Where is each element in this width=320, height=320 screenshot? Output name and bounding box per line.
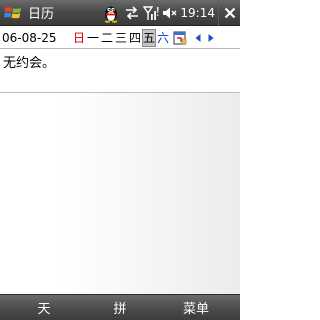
softkey-bar: 天 拼 菜单 bbox=[0, 294, 240, 320]
weekday-thursday[interactable]: 四 bbox=[128, 29, 142, 47]
date-bar: 06-08-25 日 一 二 三 四 五 六 bbox=[0, 27, 240, 49]
weekday-sunday[interactable]: 日 bbox=[72, 29, 86, 47]
weekday-friday-selected[interactable]: 五 bbox=[142, 28, 156, 47]
agenda-view[interactable]: 无约会。 bbox=[0, 50, 240, 294]
system-tray: 19:14 bbox=[100, 0, 240, 26]
right-arrow-icon bbox=[208, 33, 213, 42]
no-appointments-row[interactable]: 无约会。 bbox=[0, 50, 240, 93]
qq-penguin-icon[interactable] bbox=[100, 0, 122, 26]
weekday-saturday[interactable]: 六 bbox=[156, 29, 170, 47]
title-bar: 日历 19:14 bbox=[0, 0, 240, 26]
weekday-tuesday[interactable]: 二 bbox=[100, 29, 114, 47]
current-date[interactable]: 06-08-25 bbox=[0, 31, 72, 45]
close-button[interactable] bbox=[218, 0, 240, 26]
weekday-monday[interactable]: 一 bbox=[86, 29, 100, 47]
calendar-today-icon bbox=[173, 31, 187, 44]
no-appointments-text: 无约会。 bbox=[3, 56, 56, 71]
close-icon bbox=[224, 7, 235, 18]
app-title: 日历 bbox=[28, 7, 55, 22]
clock[interactable]: 19:14 bbox=[178, 6, 218, 20]
softkey-menu[interactable]: 菜单 bbox=[152, 298, 240, 317]
weekday-strip: 日 一 二 三 四 五 六 bbox=[72, 28, 170, 48]
windows-start-icon[interactable] bbox=[0, 0, 26, 26]
softkey-day[interactable]: 天 bbox=[0, 298, 88, 317]
weekday-wednesday[interactable]: 三 bbox=[114, 29, 128, 47]
previous-week-button[interactable] bbox=[191, 29, 204, 47]
next-week-button[interactable] bbox=[204, 29, 217, 47]
left-arrow-icon bbox=[195, 33, 200, 42]
input-method-button[interactable]: 拼 bbox=[88, 298, 152, 317]
signal-icon[interactable] bbox=[142, 0, 160, 26]
go-to-today-button[interactable] bbox=[172, 29, 188, 47]
speaker-icon[interactable] bbox=[160, 0, 178, 26]
sync-arrows-icon[interactable] bbox=[122, 0, 142, 26]
